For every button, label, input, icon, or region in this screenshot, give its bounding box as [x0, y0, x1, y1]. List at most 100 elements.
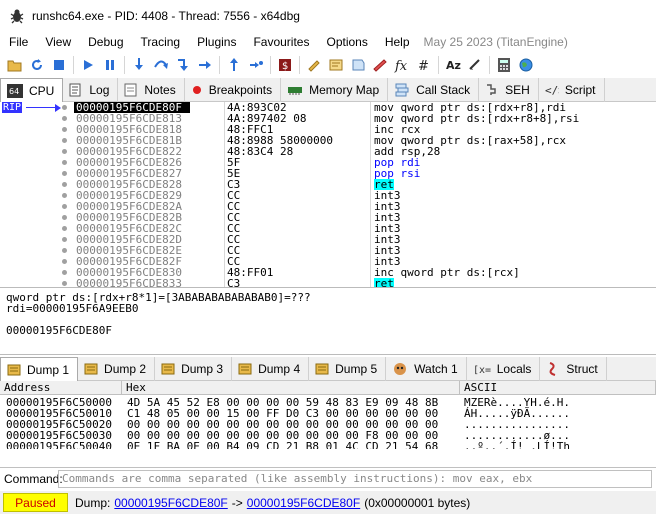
status-from-address-link[interactable]: 00000195F6CDE80F: [114, 496, 227, 510]
label-icon[interactable]: [325, 55, 347, 75]
menu-plugins[interactable]: Plugins: [188, 35, 244, 49]
toolbar-separator: [299, 56, 300, 74]
tab-breakpoints-label: Breakpoints: [208, 83, 273, 97]
step-over-icon[interactable]: [150, 55, 172, 75]
disassembly-row[interactable]: 00000195F6CDE833 C3 ret: [0, 278, 656, 287]
tab-locals-label: Locals: [496, 362, 532, 376]
breakpoint-dot[interactable]: [62, 127, 67, 132]
font-icon[interactable]: Az: [442, 55, 464, 75]
column-header-ascii[interactable]: ASCII: [460, 381, 656, 395]
svg-text:#: #: [418, 59, 429, 73]
breakpoint-dot[interactable]: [62, 237, 67, 242]
menu-file[interactable]: File: [0, 35, 36, 49]
main-tab-bar: 64 CPU Log Notes Breakpoints Memory Map …: [0, 78, 656, 102]
comment-icon[interactable]: [303, 55, 325, 75]
tab-watch-1[interactable]: Watch 1: [386, 357, 467, 381]
breakpoint-dot[interactable]: [62, 248, 67, 253]
menu-favourites[interactable]: Favourites: [244, 35, 317, 49]
breakpoint-dot[interactable]: [62, 270, 67, 275]
breakpoint-dot[interactable]: [62, 160, 67, 165]
dump-hex: 0E 1F BA 0E 00 B4 09 CD 21 B8 01 4C CD 2…: [127, 440, 439, 449]
script-icon[interactable]: $: [274, 55, 296, 75]
svg-text:</>: </>: [545, 84, 559, 97]
tab-dump-4[interactable]: Dump 4: [232, 357, 310, 381]
tab-log[interactable]: Log: [63, 78, 119, 102]
tab-dump-1[interactable]: Dump 1: [0, 357, 79, 381]
command-label: Command:: [4, 471, 63, 486]
dump-icon: [7, 363, 21, 377]
toolbar-separator: [270, 56, 271, 74]
dump-icon: [315, 362, 329, 376]
bookmark-icon[interactable]: [347, 55, 369, 75]
function-icon[interactable]: [369, 55, 391, 75]
tab-cpu[interactable]: 64 CPU: [0, 78, 64, 102]
tab-dump-3[interactable]: Dump 3: [155, 357, 233, 381]
svg-text:Az: Az: [446, 59, 461, 72]
breakpoint-dot[interactable]: [62, 171, 67, 176]
breakpoint-dot[interactable]: [62, 281, 67, 286]
tab-dump-2[interactable]: Dump 2: [78, 357, 156, 381]
step-into-icon[interactable]: [128, 55, 150, 75]
menu-help[interactable]: Help: [376, 35, 418, 49]
trace-over-icon[interactable]: [194, 55, 216, 75]
struct-icon: [546, 361, 560, 377]
tab-notes[interactable]: Notes: [118, 78, 185, 102]
breakpoint-dot[interactable]: [62, 259, 67, 264]
column-header-hex[interactable]: Hex: [122, 381, 460, 395]
tab-dump-5[interactable]: Dump 5: [309, 357, 387, 381]
breakpoint-dot[interactable]: [62, 105, 67, 110]
dump-view[interactable]: Address Hex ASCII 00000195F6C50000 4D 5A …: [0, 381, 656, 449]
calculator-icon[interactable]: [493, 55, 515, 75]
status-size: (0x00000001 bytes): [364, 495, 471, 510]
toolbar-separator: [73, 56, 74, 74]
execute-till-return-icon[interactable]: [223, 55, 245, 75]
breakpoint-dot[interactable]: [62, 204, 67, 209]
hash-icon[interactable]: #: [413, 55, 435, 75]
tab-locals[interactable]: [x=] Locals: [467, 357, 541, 381]
disassembly-view[interactable]: RIP 00000195F6CDE80F 4A:893C02 mov qword p…: [0, 102, 656, 288]
breakpoint-icon: [191, 84, 203, 96]
dump-row[interactable]: 00000195F6C50040 0E 1F BA 0E 00 B4 09 CD …: [0, 441, 656, 449]
open-icon[interactable]: [4, 55, 26, 75]
breakpoint-dot[interactable]: [62, 182, 67, 187]
tab-seh-label: SEH: [505, 83, 530, 97]
fx-icon[interactable]: fx: [391, 55, 413, 75]
tab-dump-1-label: Dump 1: [27, 362, 70, 377]
trace-into-icon[interactable]: [172, 55, 194, 75]
dump-ascii: ..º..´.Í!¸.LÍ!Th: [464, 440, 570, 449]
breakpoint-dot[interactable]: [62, 149, 67, 154]
tab-script-label: Script: [564, 83, 596, 97]
execute-till-user-icon[interactable]: [245, 55, 267, 75]
seh-icon: [485, 83, 499, 97]
stop-icon[interactable]: [48, 55, 70, 75]
run-icon[interactable]: [77, 55, 99, 75]
breakpoint-dot[interactable]: [62, 193, 67, 198]
restart-icon[interactable]: [26, 55, 48, 75]
status-to-address-link[interactable]: 00000195F6CDE80F: [247, 496, 360, 510]
tab-struct[interactable]: Struct: [540, 357, 607, 381]
menu-tracing[interactable]: Tracing: [132, 35, 189, 49]
command-input[interactable]: Commands are comma separated (like assem…: [58, 469, 652, 488]
tab-script[interactable]: </> Script: [539, 78, 605, 102]
status-bar: Paused Dump: 00000195F6CDE80F -> 0000019…: [0, 491, 656, 514]
command-bar: Command: Commands are comma separated (l…: [0, 467, 656, 489]
tab-memory-map[interactable]: Memory Map: [281, 78, 389, 102]
menu-options[interactable]: Options: [317, 35, 375, 49]
breakpoint-dot[interactable]: [62, 138, 67, 143]
breakpoint-dot[interactable]: [62, 226, 67, 231]
column-header-address[interactable]: Address: [0, 381, 122, 395]
globe-icon[interactable]: [515, 55, 537, 75]
breakpoint-dot[interactable]: [62, 215, 67, 220]
pause-icon[interactable]: [99, 55, 121, 75]
tab-seh[interactable]: SEH: [479, 78, 539, 102]
reset-icon[interactable]: [464, 55, 486, 75]
menu-bar: File View Debug Tracing Plugins Favourit…: [0, 32, 656, 52]
tab-breakpoints[interactable]: Breakpoints: [185, 78, 282, 102]
tab-call-stack[interactable]: Call Stack: [388, 78, 480, 102]
dump-tab-bar: Dump 1 Dump 2 Dump 3 Dump 4 Dump 5 Watch…: [0, 357, 656, 381]
locals-icon: [x=]: [473, 362, 491, 376]
menu-view[interactable]: View: [36, 35, 79, 49]
breakpoint-dot[interactable]: [62, 116, 67, 121]
menu-debug[interactable]: Debug: [79, 35, 131, 49]
svg-text:fx: fx: [394, 59, 408, 73]
